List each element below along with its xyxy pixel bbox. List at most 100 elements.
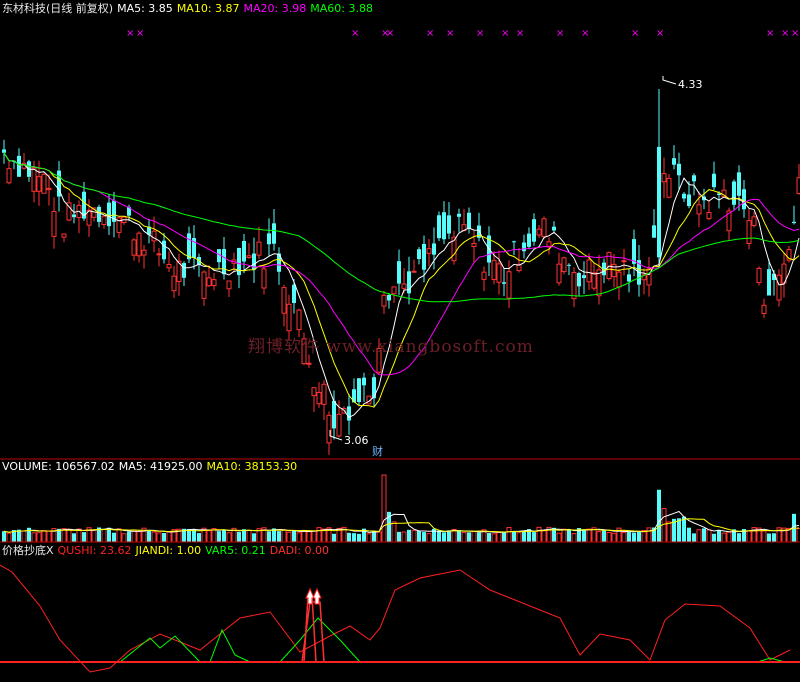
volume-bar [596, 531, 602, 543]
var5-segment [209, 628, 251, 663]
candle-body-down [357, 378, 361, 403]
candle-body-down [567, 264, 571, 266]
volume-bar [192, 529, 196, 542]
candle-body-up [751, 216, 757, 226]
candle-body-down [97, 206, 101, 222]
candle-body-down [577, 273, 581, 287]
volume-bar [471, 530, 477, 543]
volume-bar [162, 533, 166, 542]
volume-bar [437, 530, 441, 542]
volume-bar [136, 531, 142, 543]
star-marker: × [446, 28, 454, 39]
star-marker: × [631, 28, 639, 39]
star-marker: × [426, 28, 434, 39]
candle-body-down [162, 240, 166, 260]
volume-bar [401, 531, 407, 543]
candle-body-up [256, 241, 262, 256]
indicator-lines [0, 564, 791, 673]
star-marker: × [476, 28, 484, 39]
candle-body-up [281, 287, 287, 314]
watermark: 翔博软件 www.xiangbosoft.com [248, 337, 534, 357]
volume-bar [532, 532, 536, 542]
signal-stars: × × × ×× × × × × × × × × × × × × [126, 28, 799, 39]
star-marker: × [501, 28, 509, 39]
candle-body-down [372, 377, 376, 399]
candle-body-down [432, 243, 436, 255]
candle-body-down [767, 269, 771, 296]
volume-bar [156, 532, 162, 543]
volume-bar [267, 531, 271, 542]
candle-body-down [182, 263, 186, 278]
volume-bar [447, 530, 451, 542]
star-marker: × [351, 28, 359, 39]
volume-bar [197, 533, 201, 542]
candle-body-down [582, 275, 586, 279]
candle-body-up [51, 210, 57, 237]
volume-bar [116, 528, 122, 543]
volume-bar [491, 533, 497, 543]
volume-bar [112, 532, 116, 542]
volume-bar [522, 530, 526, 542]
candle-body-down [687, 194, 691, 207]
candle-body-up [661, 173, 667, 183]
candle-body-up [586, 259, 592, 283]
candle-body-down [742, 189, 746, 210]
star-marker: × [126, 28, 134, 39]
volume-bar [222, 530, 226, 542]
candle-body-down [792, 221, 796, 224]
volume-bar [627, 531, 631, 542]
candle-body-up [481, 271, 487, 280]
candle-body-up [411, 270, 417, 273]
volume-bar [666, 521, 672, 543]
volume-ma10-label: MA10: 38153.30 [206, 460, 298, 473]
candle-body-up [621, 260, 627, 263]
var5-segment [279, 617, 361, 663]
volume-bar [692, 533, 696, 542]
volume-bar [461, 531, 467, 543]
candle-body-down [332, 400, 336, 429]
star-marker: × [386, 28, 394, 39]
candle-body-up [246, 255, 252, 259]
qushi-label: QUSHI: 23.62 [57, 544, 132, 557]
candle-body-up [41, 173, 47, 194]
indicator-name: 价格抄底X [2, 544, 54, 557]
candle-body-down [347, 406, 351, 421]
volume-bar [706, 529, 712, 543]
candle-body-up [776, 274, 782, 301]
volume-bar [767, 533, 771, 542]
volume-bar [772, 533, 776, 542]
candle-body-up [696, 204, 702, 215]
volume-bar [687, 527, 691, 542]
volume-bar [506, 527, 512, 543]
candle-body-down [657, 146, 661, 258]
candle-body-up [706, 212, 712, 220]
volume-bar [422, 532, 426, 542]
volume-bars [2, 474, 800, 543]
candle-body-up [131, 239, 137, 256]
volume-bar [467, 532, 471, 542]
volume-bar [316, 527, 322, 543]
candle-body-up [206, 277, 212, 287]
volume-bar [352, 533, 356, 542]
volume-bar [442, 532, 446, 542]
volume-bar [211, 528, 217, 543]
volume-bar [717, 529, 721, 542]
volume-bar [516, 532, 522, 543]
candle-body-down [627, 274, 631, 282]
price-header: 东材科技(日线 前复权) MA5: 3.85 MA10: 3.87 MA20: 3.9… [2, 2, 377, 16]
volume-bar [567, 529, 571, 542]
volume-bar [226, 532, 232, 543]
candle-body-up [496, 263, 502, 283]
candle-body-up [471, 242, 477, 248]
candle-body-down [527, 233, 531, 247]
star-marker: × [516, 28, 524, 39]
volume-bar [682, 516, 686, 542]
candle-body-up [491, 259, 497, 280]
volume-bar [621, 531, 627, 543]
volume-bar [696, 529, 702, 543]
volume-bar [502, 532, 506, 542]
low-label: 3.06 [344, 434, 369, 447]
volume-bar [347, 532, 351, 542]
candle-body-down [187, 233, 191, 260]
ma5-label: MA5: 3.85 [117, 2, 173, 15]
